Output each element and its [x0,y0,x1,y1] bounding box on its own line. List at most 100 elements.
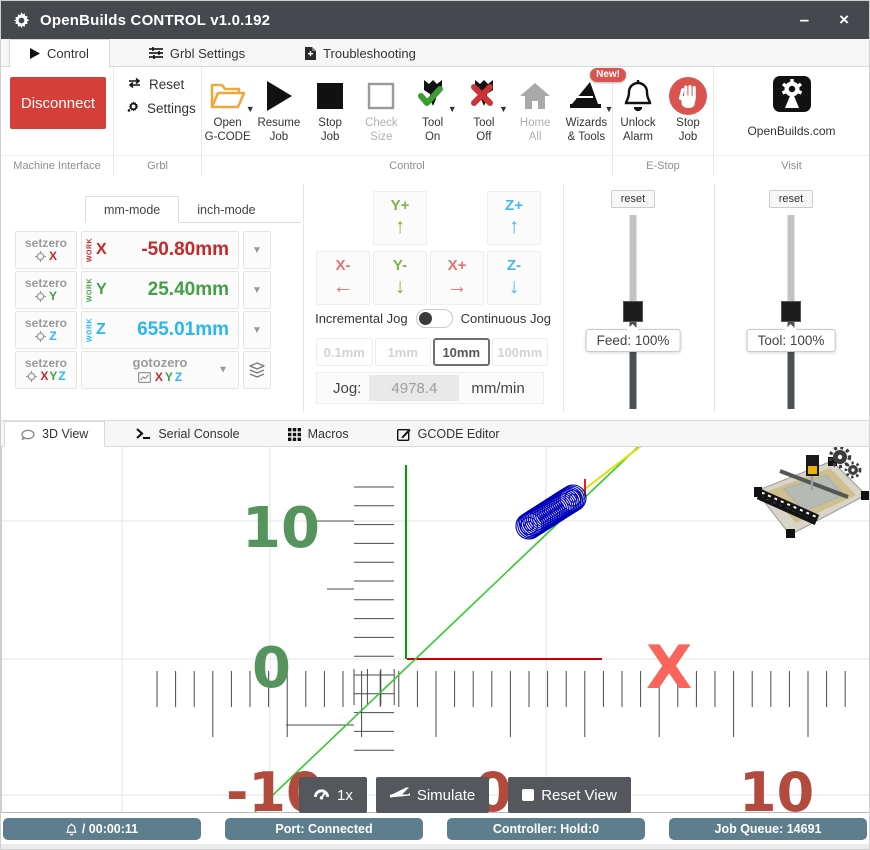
home-all-button[interactable]: HomeAll [510,75,561,145]
jog-x-minus-button[interactable]: X-← [316,251,370,305]
job-timer-pill[interactable]: / 00:00:11 [3,818,201,840]
group-label-estop: E-Stop [613,155,713,176]
dro-display-x[interactable]: WORK X -50.80mm [81,231,239,269]
dro-y-dropdown[interactable]: ▼ [243,271,271,309]
controller-status-pill[interactable]: Controller: Hold:0 [447,818,645,840]
feed-slider-handle[interactable] [623,301,643,322]
job-queue-pill[interactable]: Job Queue: 14691 [669,818,867,840]
unlock-alarm-button[interactable]: UnlockAlarm [613,75,663,145]
disconnect-button[interactable]: Disconnect [10,77,106,129]
jog-rate-label: Jog: [333,380,361,397]
probe-layers-button[interactable] [243,351,271,389]
chevron-down-icon: ▼ [218,364,228,376]
tab-control[interactable]: Control [9,39,110,66]
resume-job-button[interactable]: ResumeJob [253,75,304,145]
reset-button[interactable]: Reset [127,77,201,92]
settings-button[interactable]: Settings [127,100,201,116]
setzero-xyz-button[interactable]: setzero XYZ [15,351,77,389]
incremental-jog-label: Incremental Jog [315,311,408,326]
dro-display-z[interactable]: WORK Z 655.01mm [81,311,239,349]
bell-icon [66,823,77,836]
arrow-down-icon: ↓ [395,275,406,298]
viewport-buttons: 1x Simulate Reset View [299,777,631,813]
step-10mm-button[interactable]: 10mm [433,338,490,366]
jog-x-plus-button[interactable]: X+→ [430,251,484,305]
step-1mm-button[interactable]: 1mm [375,338,432,366]
sliders-icon [149,47,163,59]
dro-row-y: setzero Y WORK Y 25.40mm ▼ [15,271,271,309]
dro-display-y[interactable]: WORK Y 25.40mm [81,271,239,309]
sim-speed-button[interactable]: 1x [299,777,367,813]
continuous-jog-label: Continuous Jog [461,311,551,326]
tab-serial-console[interactable]: Serial Console [119,421,256,446]
check-size-button[interactable]: CheckSize [356,75,407,145]
port-status-pill[interactable]: Port: Connected [225,818,423,840]
open-gcode-button[interactable]: ▼ OpenG-CODE [202,75,253,145]
setzero-y-button[interactable]: setzero Y [15,271,77,309]
toolbar-group-estop: UnlockAlarm StopJob E-Stop [613,67,714,176]
jog-y-plus-button[interactable]: Y+↑ [373,191,427,245]
tool-reset-button[interactable]: reset [769,190,813,208]
jog-panel: Y+↑ Z+↑ X-← Y-↓ X+→ Z-↓ Incremental Jog … [303,176,563,420]
play-icon [265,75,293,117]
unit-mode-tabs: mm-mode inch-mode [85,196,301,223]
tab-mm-mode[interactable]: mm-mode [85,196,179,223]
tool-on-button[interactable]: ▼ ToolOn [407,75,458,145]
minimize-button[interactable]: – [800,1,809,39]
tab-3d-view[interactable]: 3D View [4,421,105,446]
stop-job-button[interactable]: StopJob [305,75,356,145]
dro-z-dropdown[interactable]: ▼ [243,311,271,349]
jog-z-minus-button[interactable]: Z-↓ [487,251,541,305]
openbuilds-link[interactable]: OpenBuilds.com [714,67,869,138]
jog-rate-input[interactable] [369,375,459,401]
setzero-x-button[interactable]: setzero X [15,231,77,269]
crosshair-icon [35,291,46,302]
troubleshoot-file-icon [305,47,316,60]
setzero-z-button[interactable]: setzero Z [15,311,77,349]
feed-reset-button[interactable]: reset [611,190,655,208]
jog-z-plus-button[interactable]: Z+↑ [487,191,541,245]
work-x-value: -50.80mm [141,239,238,261]
jog-y-minus-button[interactable]: Y-↓ [373,251,427,305]
dro-x-dropdown[interactable]: ▼ [243,231,271,269]
crosshair-icon [35,331,46,342]
feed-slider-track[interactable] [630,215,637,303]
toolbar-group-control: ▼ OpenG-CODE ResumeJob StopJob CheckSize [202,67,613,176]
3d-viewport[interactable]: 10 0 -10 0 10 X [1,447,870,813]
tool-slider-handle[interactable] [781,301,801,322]
chevron-down-icon: ▼ [499,104,508,114]
tool-off-button[interactable]: ▼ ToolOff [458,75,509,145]
step-0-1mm-button[interactable]: 0.1mm [316,338,373,366]
jog-mode-toggle[interactable] [416,309,453,328]
y-label-10: 10 [242,496,320,561]
3d-rotation-icon [21,428,35,441]
stop-square-icon [316,75,344,117]
chevron-down-icon: ▼ [252,325,262,336]
jog-feedrate-row: Jog: mm/min [316,372,544,404]
jog-rate-unit: mm/min [471,380,524,397]
tab-gcode-editor[interactable]: GCODE Editor [380,421,517,446]
override-sliders: reset Feed: 100% reset Tool: 100% [563,176,869,420]
reset-view-button[interactable]: Reset View [508,777,631,813]
gotozero-button[interactable]: gotozero XYZ ▼ [81,351,239,389]
tab-troubleshooting[interactable]: Troubleshooting [284,39,437,66]
close-button[interactable]: × [839,1,849,39]
estop-stop-job-button[interactable]: StopJob [663,75,713,145]
step-100mm-button[interactable]: 100mm [492,338,549,366]
tool-slider-track[interactable] [788,215,795,303]
wizards-tools-button[interactable]: New! ▼ Wizards& Tools [561,75,612,145]
group-label-control: Control [202,155,612,176]
tab-macros[interactable]: Macros [271,421,366,446]
arrow-right-icon: → [447,275,468,298]
grid-icon [288,428,301,441]
dro-row-x: setzero X WORK X -50.80mm ▼ [15,231,271,269]
wizard-hat-icon: ▼ [568,75,604,117]
tab-inch-mode[interactable]: inch-mode [179,196,273,223]
dro-row-z: setzero Z WORK Z 655.01mm ▼ [15,311,271,349]
simulate-button[interactable]: Simulate [376,777,489,813]
tool-override-slider: reset Tool: 100% [736,176,846,208]
folder-icon: ▼ [210,75,246,117]
jog-step-buttons: 0.1mm 1mm 10mm 100mm [316,338,548,366]
openbuilds-logo-icon [771,75,813,120]
tab-grbl-settings[interactable]: Grbl Settings [128,39,266,66]
